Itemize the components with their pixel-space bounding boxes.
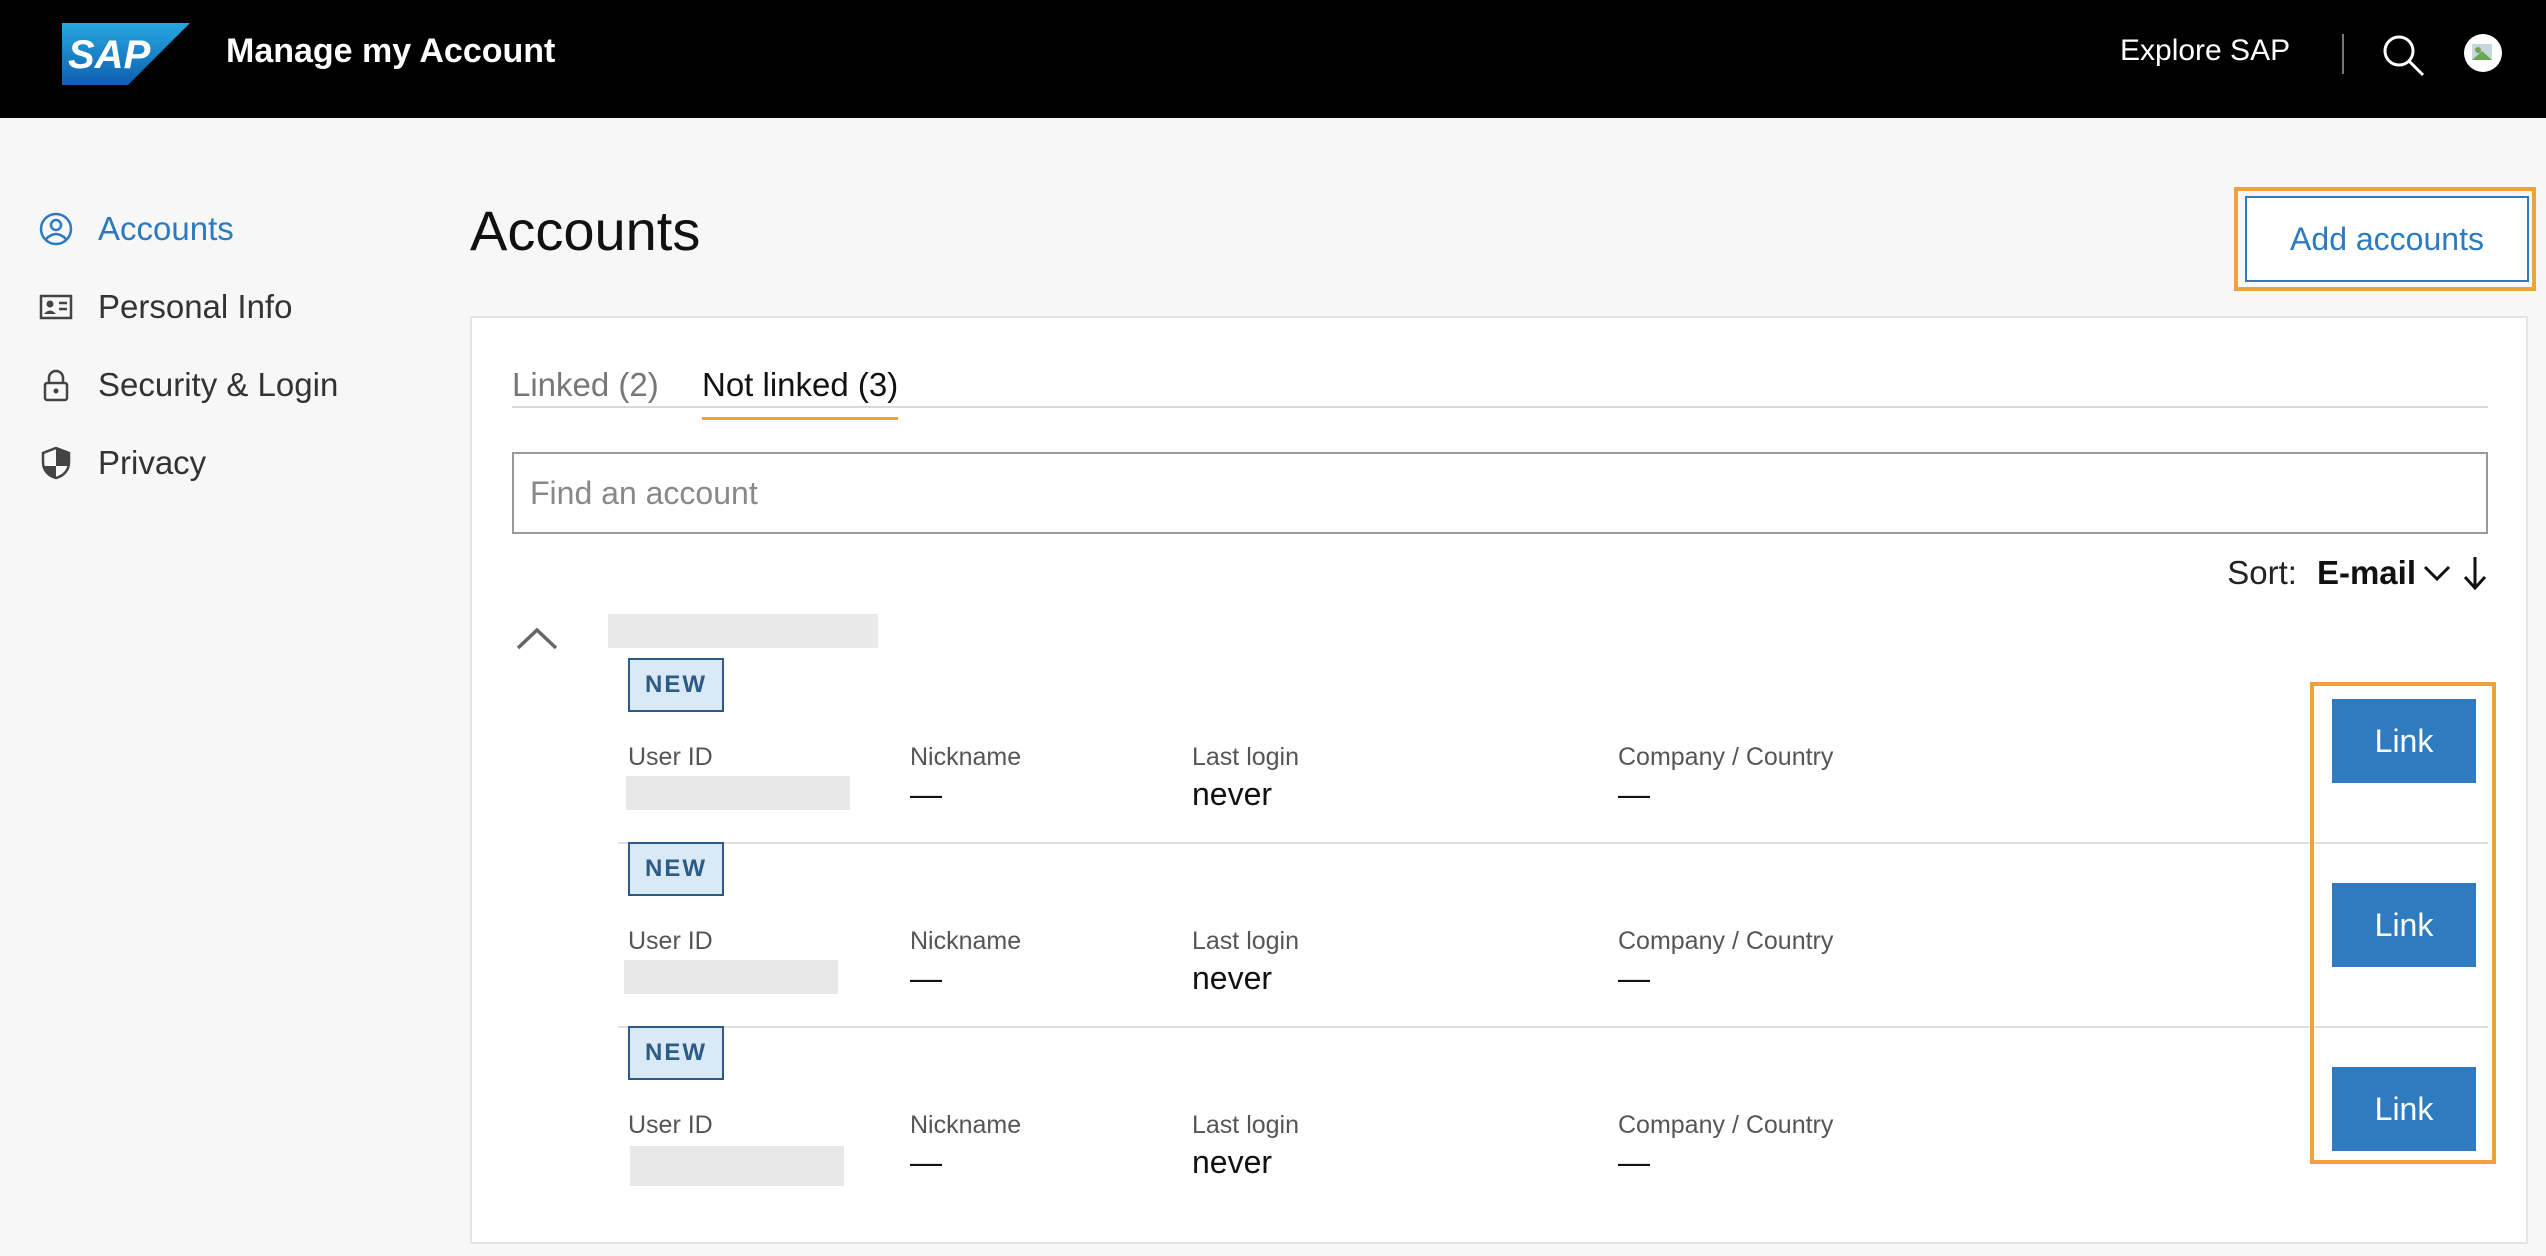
company-label: Company / Country <box>1618 927 1834 955</box>
user-id-label: User ID <box>628 743 713 771</box>
header-divider <box>2342 34 2344 74</box>
company-label: Company / Country <box>1618 1111 1834 1139</box>
avatar-icon[interactable] <box>2462 32 2504 74</box>
redacted-user-id <box>630 1146 844 1186</box>
account-row: NEW User ID Nickname — Last login never … <box>618 658 2488 844</box>
sort-field-select[interactable]: E-mail <box>2317 554 2416 592</box>
account-row: NEW User ID Nickname — Last login never … <box>618 842 2488 1028</box>
sidebar-nav: Accounts Personal Info Security & Login <box>38 190 398 502</box>
sidebar-item-security-login[interactable]: Security & Login <box>38 346 398 424</box>
nickname-label: Nickname <box>910 1111 1022 1139</box>
redacted-group-name <box>608 614 878 648</box>
app-title: Manage my Account <box>226 32 556 70</box>
redacted-user-id <box>624 960 838 994</box>
user-circle-icon <box>38 211 74 247</box>
company-value: — <box>1618 960 1650 996</box>
tab-linked[interactable]: Linked (2) <box>512 366 659 404</box>
sidebar-item-accounts[interactable]: Accounts <box>38 190 398 268</box>
link-button[interactable]: Link <box>2332 699 2476 783</box>
shield-icon <box>38 445 74 481</box>
redacted-user-id <box>626 776 850 810</box>
search-icon[interactable] <box>2380 32 2426 78</box>
sidebar-item-label: Privacy <box>98 444 207 481</box>
last-login-label: Last login <box>1192 927 1300 955</box>
user-id-label: User ID <box>628 927 713 955</box>
sidebar-item-label: Personal Info <box>98 288 293 325</box>
last-login-label: Last login <box>1192 1111 1300 1139</box>
id-card-icon <box>38 289 74 325</box>
sidebar-item-label: Security & Login <box>98 366 339 403</box>
sidebar-item-personal-info[interactable]: Personal Info <box>38 268 398 346</box>
link-button[interactable]: Link <box>2332 883 2476 967</box>
sidebar-item-privacy[interactable]: Privacy <box>38 424 398 502</box>
nickname-value: — <box>910 1144 942 1180</box>
account-row: NEW User ID Nickname — Last login never … <box>618 1026 2488 1210</box>
last-login-value: never <box>1192 1144 1273 1180</box>
tab-not-linked[interactable]: Not linked (3) <box>702 366 899 420</box>
top-header: SAP Manage my Account Explore SAP <box>0 0 2546 118</box>
sort-control: Sort: E-mail <box>2227 554 2488 592</box>
last-login-value: never <box>1192 960 1273 996</box>
sap-logo[interactable]: SAP <box>62 23 190 85</box>
search-input[interactable] <box>512 452 2488 534</box>
nickname-label: Nickname <box>910 927 1022 955</box>
new-badge: NEW <box>628 842 724 896</box>
add-accounts-button[interactable]: Add accounts <box>2245 196 2529 282</box>
svg-text:SAP: SAP <box>68 33 151 77</box>
last-login-label: Last login <box>1192 743 1300 771</box>
sort-label: Sort: <box>2227 554 2297 591</box>
company-value: — <box>1618 1144 1650 1180</box>
nickname-value: — <box>910 776 942 812</box>
nickname-label: Nickname <box>910 743 1022 771</box>
sidebar-item-label: Accounts <box>98 210 234 247</box>
chevron-down-icon[interactable] <box>2422 562 2452 584</box>
company-value: — <box>1618 776 1650 812</box>
accounts-card: Linked (2) Not linked (3) Sort: E-mail N… <box>470 316 2528 1244</box>
user-id-label: User ID <box>628 1111 713 1139</box>
last-login-value: never <box>1192 776 1273 812</box>
arrow-down-icon[interactable] <box>2462 555 2488 591</box>
explore-sap-link[interactable]: Explore SAP <box>2120 34 2290 68</box>
page-title: Accounts <box>470 199 701 262</box>
link-button[interactable]: Link <box>2332 1067 2476 1151</box>
nickname-value: — <box>910 960 942 996</box>
lock-icon <box>38 367 74 403</box>
company-label: Company / Country <box>1618 743 1834 771</box>
new-badge: NEW <box>628 1026 724 1080</box>
new-badge: NEW <box>628 658 724 712</box>
chevron-up-icon[interactable] <box>512 618 562 658</box>
tab-bar: Linked (2) Not linked (3) <box>512 356 2488 420</box>
